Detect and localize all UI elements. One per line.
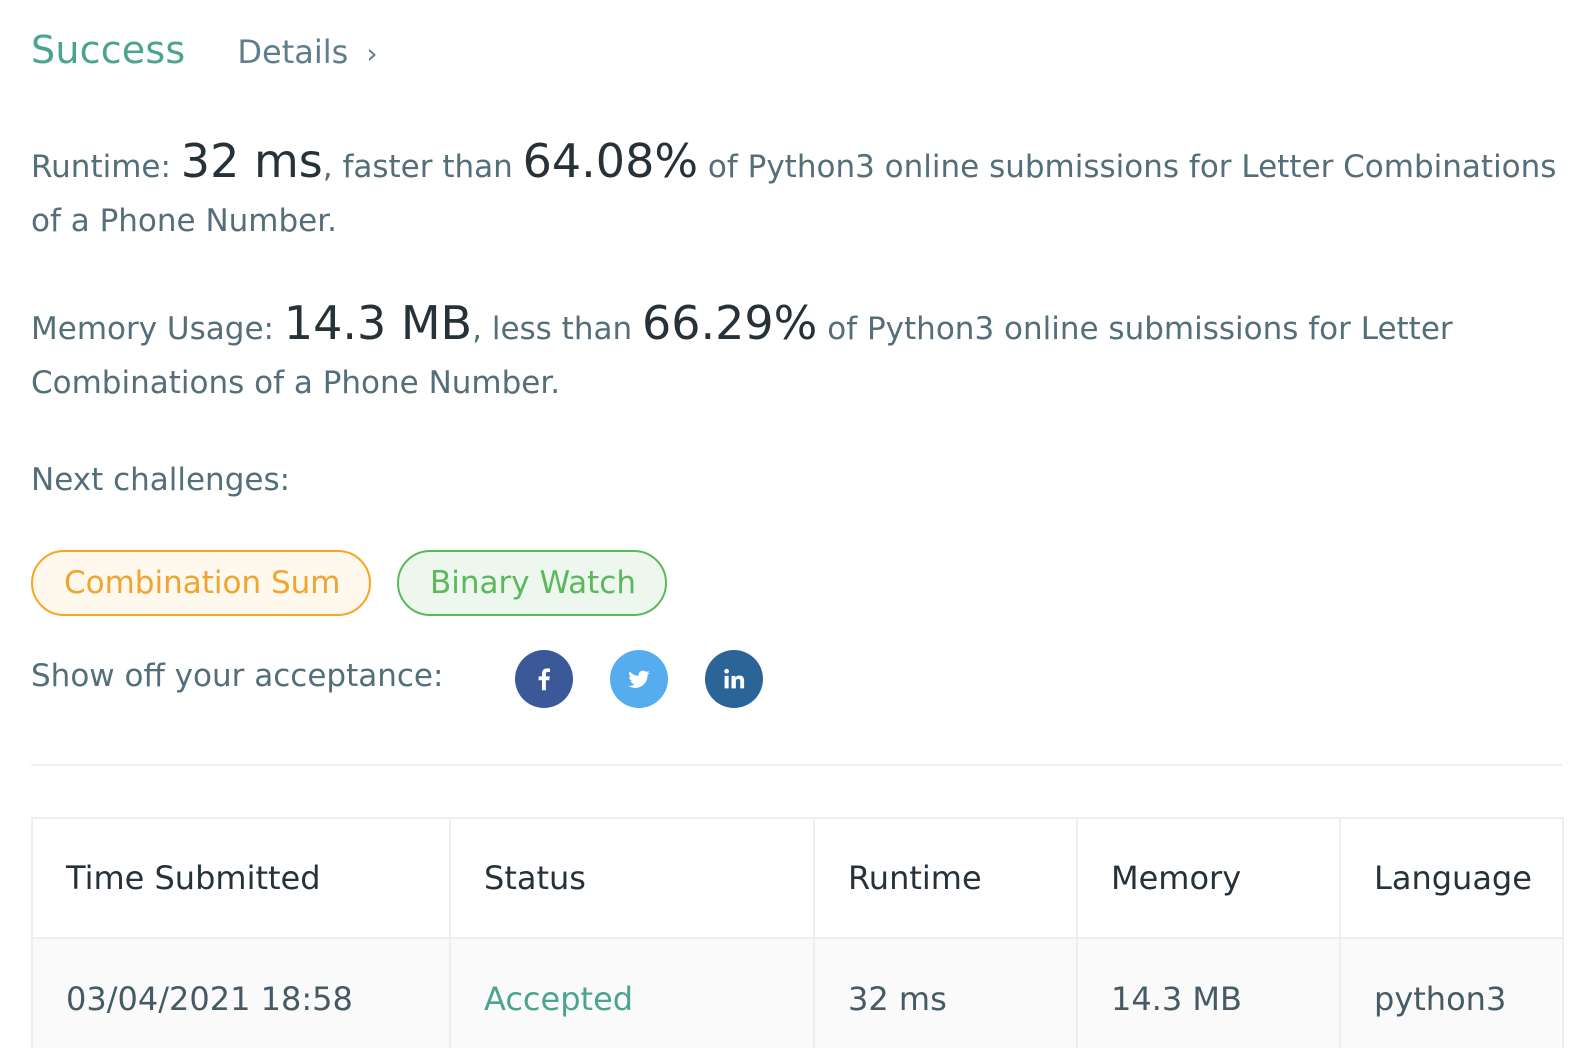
facebook-glyph	[538, 668, 550, 691]
runtime-stat: Runtime: 32 ms, faster than 64.08% of Py…	[31, 134, 1561, 248]
next-challenges-list: Combination Sum Binary Watch	[31, 550, 667, 616]
chevron-right-icon: ›	[366, 37, 378, 70]
memory-value: 14.3 MB	[283, 296, 473, 350]
column-header-runtime: Runtime	[813, 817, 1078, 939]
column-header-memory: Memory	[1076, 817, 1341, 939]
share-buttons	[515, 650, 763, 708]
cell-language: python3	[1339, 937, 1564, 1048]
runtime-value: 32 ms	[180, 134, 323, 188]
runtime-label: Runtime:	[31, 149, 171, 185]
section-divider	[31, 764, 1562, 766]
memory-comparison: , less than	[472, 311, 633, 347]
memory-stat: Memory Usage: 14.3 MB, less than 66.29% …	[31, 296, 1561, 410]
runtime-percent: 64.08%	[522, 134, 699, 188]
challenge-combination-sum[interactable]: Combination Sum	[31, 550, 371, 616]
share-label: Show off your acceptance:	[31, 658, 444, 694]
table-row: 03/04/2021 18:58 Accepted 32 ms 14.3 MB …	[31, 937, 1564, 1048]
cell-memory: 14.3 MB	[1076, 937, 1341, 1048]
cell-runtime: 32 ms	[813, 937, 1078, 1048]
memory-label: Memory Usage:	[31, 311, 274, 347]
linkedin-icon[interactable]	[705, 650, 763, 708]
challenge-binary-watch[interactable]: Binary Watch	[397, 550, 667, 616]
submission-result-page: Success Details › Runtime: 32 ms, faster…	[0, 0, 1570, 1048]
details-link[interactable]: Details ›	[237, 33, 377, 71]
column-header-language: Language	[1339, 817, 1564, 939]
cell-status-accepted[interactable]: Accepted	[449, 937, 815, 1048]
twitter-icon[interactable]	[610, 650, 668, 708]
linkedin-glyph	[724, 668, 745, 689]
details-label: Details	[237, 33, 349, 71]
column-header-time-submitted: Time Submitted	[31, 817, 451, 939]
column-header-status: Status	[449, 817, 815, 939]
status-title: Success	[31, 28, 186, 72]
runtime-comparison: , faster than	[322, 149, 513, 185]
table-header-row: Time Submitted Status Runtime Memory Lan…	[31, 817, 1564, 939]
submissions-table: Time Submitted Status Runtime Memory Lan…	[31, 817, 1564, 1048]
cell-time-submitted: 03/04/2021 18:58	[31, 937, 451, 1048]
next-challenges-label: Next challenges:	[31, 462, 291, 498]
facebook-icon[interactable]	[515, 650, 573, 708]
memory-percent: 66.29%	[641, 296, 818, 350]
result-header: Success Details ›	[31, 28, 378, 72]
twitter-glyph	[628, 670, 650, 688]
